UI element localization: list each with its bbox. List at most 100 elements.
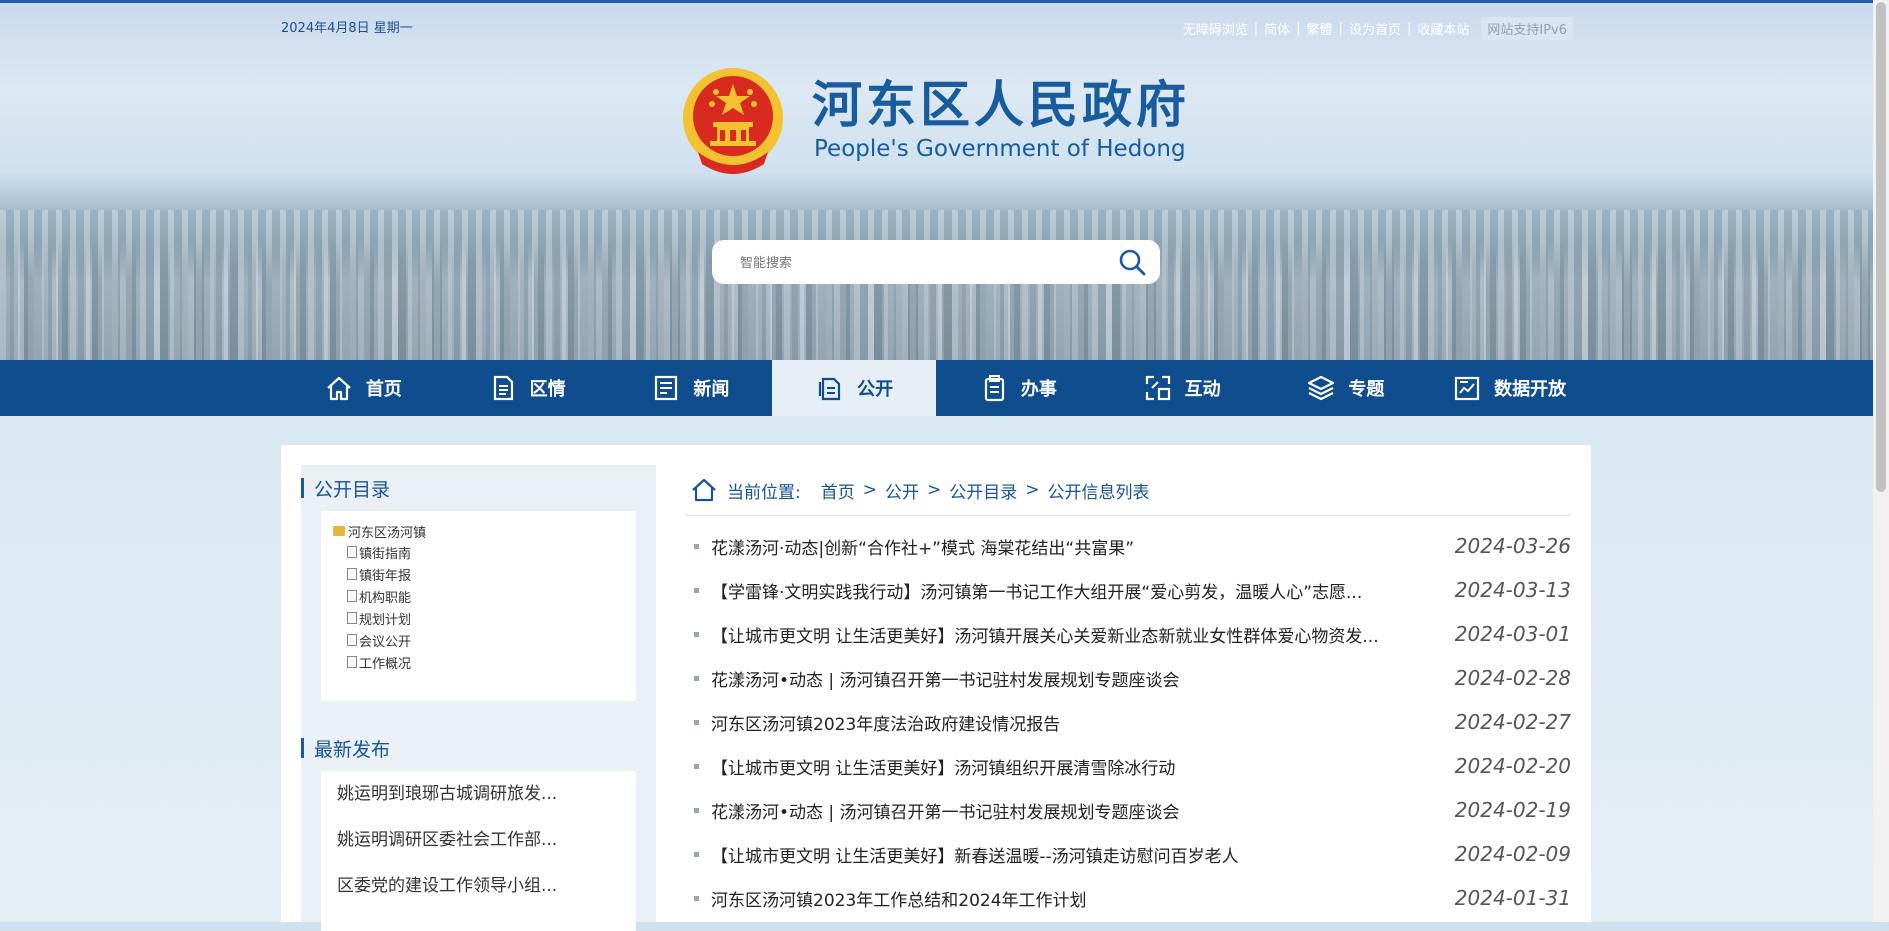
article-date: 2024-02-20: [1454, 754, 1571, 778]
header-banner: 2024年4月8日 星期一 无障碍浏览 | 简体 | 繁體 | 设为首页 | 收藏本站 …: [0, 0, 1873, 360]
bullet: [694, 631, 699, 637]
article-row[interactable]: 花漾汤河•动态 | 汤河镇召开第一书记驻村发展规划专题座谈会 2024-02-19: [685, 788, 1571, 832]
latest-title: 最新发布: [314, 738, 391, 761]
tree-item[interactable]: 机构职能: [347, 585, 636, 607]
tree-root-label: 河东区汤河镇: [348, 525, 427, 541]
nav-services-label: 办事: [1020, 379, 1057, 400]
latest-item[interactable]: 姚运明调研区委社会工作部...: [321, 817, 636, 863]
article-date: 2024-02-09: [1454, 842, 1571, 866]
bullet: [694, 807, 699, 813]
accessibility-link[interactable]: 无障碍浏览: [1183, 19, 1248, 38]
article-row[interactable]: 【让城市更文明 让生活更美好】汤河镇开展关心关爱新业态新就业女性群体爱心物资发.…: [685, 612, 1571, 656]
tree-item-label: 会议公开: [359, 634, 412, 650]
latest-item[interactable]: 区委党的建设工作领导小组...: [321, 863, 636, 909]
top-links: 无障碍浏览 | 简体 | 繁體 | 设为首页 | 收藏本站 网站支持IPv6: [1183, 17, 1573, 40]
traditional-link[interactable]: 繁體: [1307, 19, 1333, 38]
nav-public[interactable]: 公开: [772, 360, 936, 416]
home-icon: [692, 478, 716, 502]
catalog-header: 公开目录: [301, 465, 656, 511]
nav-topics[interactable]: 专题: [1264, 360, 1428, 416]
breadcrumb-home[interactable]: 首页: [821, 478, 855, 503]
nav-home-label: 首页: [365, 379, 402, 400]
bullet: [694, 763, 699, 769]
tree-item[interactable]: 镇街年报: [347, 563, 636, 585]
article-title[interactable]: 河东区汤河镇2023年工作总结和2024年工作计划: [711, 886, 1455, 911]
search-box: [712, 240, 1160, 284]
document-icon: [347, 590, 357, 602]
catalog-tree: 河东区汤河镇 镇街指南 镇街年报 机构职能 规划计划 会议公开 工作概况: [321, 511, 636, 701]
nav-open-data[interactable]: 数据开放: [1427, 360, 1591, 416]
bullet: [694, 587, 699, 593]
tree-item[interactable]: 规划计划: [347, 607, 636, 629]
bullet: [694, 719, 699, 725]
nav-overview[interactable]: 区情: [445, 360, 609, 416]
article-date: 2024-03-26: [1454, 534, 1571, 558]
site-subtitle: People's Government of Hedong: [814, 136, 1186, 162]
bullet: [694, 895, 699, 901]
city-skyline-image: [0, 210, 1873, 360]
nav-news[interactable]: 新闻: [609, 360, 773, 416]
tree-item-label: 镇街年报: [359, 568, 412, 584]
search-icon: [1119, 249, 1146, 276]
article-list: 花漾汤河·动态|创新“合作社+”模式 海棠花结出“共富果” 2024-03-26 …: [685, 524, 1571, 920]
breadcrumb-list[interactable]: 公开信息列表: [1047, 478, 1149, 503]
nav-interaction[interactable]: 互动: [1100, 360, 1264, 416]
article-row[interactable]: 花漾汤河•动态 | 汤河镇召开第一书记驻村发展规划专题座谈会 2024-02-28: [685, 656, 1571, 700]
breadcrumb-catalog[interactable]: 公开目录: [949, 478, 1017, 503]
article-row[interactable]: 河东区汤河镇2023年度法治政府建设情况报告 2024-02-27: [685, 700, 1571, 744]
current-date: 2024年4月8日 星期一: [281, 21, 413, 36]
article-row[interactable]: 【让城市更文明 让生活更美好】汤河镇组织开展清雪除冰行动 2024-02-20: [685, 744, 1571, 788]
nav-interaction-label: 互动: [1184, 379, 1221, 400]
chart-icon: [1455, 376, 1480, 401]
article-date: 2024-03-13: [1454, 578, 1571, 602]
nav-services[interactable]: 办事: [936, 360, 1100, 416]
news-icon: [655, 375, 678, 401]
simplified-link[interactable]: 简体: [1264, 19, 1290, 38]
article-title[interactable]: 【学雷锋·文明实践我行动】汤河镇第一书记工作大组开展“爱心剪发，温暖人心”志愿.…: [711, 578, 1455, 603]
latest-item[interactable]: 姚运明到琅琊古城调研旅发...: [321, 771, 636, 817]
tree-root[interactable]: 河东区汤河镇: [333, 521, 636, 541]
article-row[interactable]: 【学雷锋·文明实践我行动】汤河镇第一书记工作大组开展“爱心剪发，温暖人心”志愿.…: [685, 568, 1571, 612]
tree-item[interactable]: 会议公开: [347, 629, 636, 651]
breadcrumb-public[interactable]: 公开: [885, 478, 919, 503]
folder-icon: [333, 526, 345, 536]
article-title[interactable]: 【让城市更文明 让生活更美好】新春送温暖--汤河镇走访慰问百岁老人: [711, 842, 1455, 867]
bookmark-link[interactable]: 收藏本站: [1417, 19, 1469, 38]
article-date: 2024-03-01: [1454, 622, 1571, 646]
article-row[interactable]: 【让城市更文明 让生活更美好】新春送温暖--汤河镇走访慰问百岁老人 2024-02…: [685, 832, 1571, 876]
tree-item-label: 机构职能: [359, 590, 412, 606]
article-title[interactable]: 河东区汤河镇2023年度法治政府建设情况报告: [711, 710, 1455, 735]
article-title[interactable]: 【让城市更文明 让生活更美好】汤河镇组织开展清雪除冰行动: [711, 754, 1455, 779]
nav-home[interactable]: 首页: [281, 360, 445, 416]
breadcrumb: 当前位置: 首页 > 公开 > 公开目录 > 公开信息列表: [685, 465, 1571, 516]
main-nav: 首页 区情 新闻 公开 办事 互动 专题 数据开放: [0, 360, 1873, 416]
search-input[interactable]: [738, 253, 1112, 271]
latest-list: 姚运明到琅琊古城调研旅发... 姚运明调研区委社会工作部... 区委党的建设工作…: [321, 771, 636, 931]
tree-item-label: 镇街指南: [359, 546, 412, 562]
breadcrumb-label: 当前位置:: [727, 482, 801, 503]
bullet: [694, 851, 699, 857]
bullet: [694, 543, 699, 549]
interact-icon: [1145, 375, 1170, 401]
article-title[interactable]: 花漾汤河·动态|创新“合作社+”模式 海棠花结出“共富果”: [711, 534, 1455, 559]
latest-panel: 最新发布 姚运明到琅琊古城调研旅发... 姚运明调研区委社会工作部... 区委党…: [301, 725, 656, 931]
search-button[interactable]: [1112, 242, 1152, 282]
article-title[interactable]: 花漾汤河•动态 | 汤河镇召开第一书记驻村发展规划专题座谈会: [711, 798, 1455, 823]
scrollbar-thumb[interactable]: [1876, 2, 1886, 492]
tree-item[interactable]: 工作概况: [347, 651, 636, 673]
document-icon: [347, 546, 357, 558]
article-row[interactable]: 河东区汤河镇2023年工作总结和2024年工作计划 2024-01-31: [685, 876, 1571, 920]
nav-news-label: 新闻: [693, 379, 730, 400]
article-date: 2024-02-19: [1454, 798, 1571, 822]
article-row[interactable]: 花漾汤河·动态|创新“合作社+”模式 海棠花结出“共富果” 2024-03-26: [685, 524, 1571, 568]
set-homepage-link[interactable]: 设为首页: [1349, 19, 1401, 38]
site-title: 河东区人民政府: [812, 75, 1190, 134]
clipboard-icon: [984, 375, 1004, 402]
article-title[interactable]: 花漾汤河•动态 | 汤河镇召开第一书记驻村发展规划专题座谈会: [711, 666, 1455, 691]
tree-item[interactable]: 镇街指南: [347, 541, 636, 563]
header-accent-bar: [301, 478, 304, 498]
page-scrollbar[interactable]: [1873, 0, 1889, 922]
bullet: [694, 675, 699, 681]
breadcrumb-separator: >: [926, 480, 942, 500]
article-title[interactable]: 【让城市更文明 让生活更美好】汤河镇开展关心关爱新业态新就业女性群体爱心物资发.…: [711, 622, 1455, 647]
